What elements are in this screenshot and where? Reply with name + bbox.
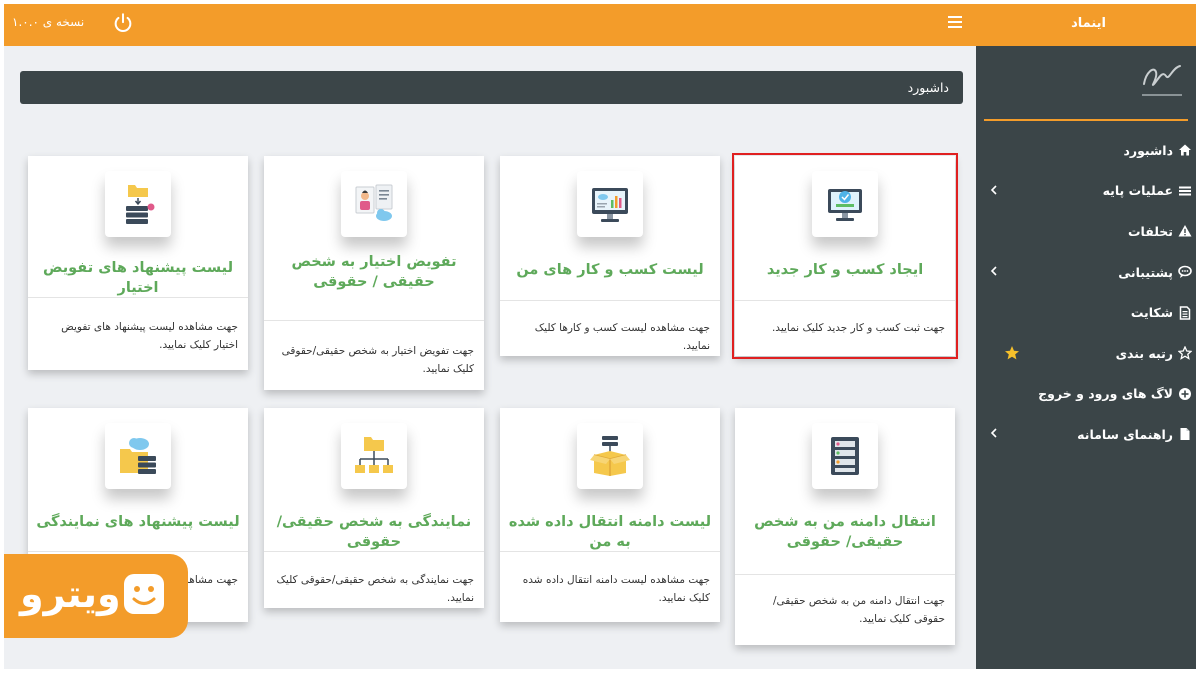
- box-server-icon: [590, 436, 630, 476]
- hamburger-menu-icon[interactable]: [948, 16, 962, 30]
- home-icon: [1179, 144, 1191, 156]
- sidebar-item-dashboard[interactable]: داشبورد: [976, 130, 1196, 171]
- app-frame: اینماد نسخه ی ۱.۰.۰ داشبورد عملیات پایه: [4, 4, 1196, 669]
- card-new-business[interactable]: ایجاد کسب و کار جدید جهت ثبت کسب و کار ج…: [732, 153, 958, 359]
- card-description: جهت نمایندگی به شخص حقیقی/حقوقی کلیک نما…: [276, 574, 474, 604]
- new-business-monitor-icon: [828, 189, 862, 221]
- power-icon[interactable]: [112, 12, 134, 34]
- vitrin-watermark-badge: ویترو: [4, 554, 188, 638]
- chevron-left-icon: [990, 428, 997, 438]
- sidebar: داشبورد عملیات پایه تخلفات پشتیبانی شکای…: [976, 46, 1196, 669]
- star-icon: [1005, 345, 1019, 360]
- card-delegation-proposals[interactable]: لیست پیشنهاد های تفویض اختیار جهت مشاهده…: [28, 156, 248, 370]
- card-delegate-authority[interactable]: تفویض اختیار به شخص حقیقی / حقوقی جهت تف…: [264, 156, 484, 390]
- sidebar-item-system-guide[interactable]: راهنمای سامانه: [976, 414, 1196, 455]
- card-title: لیست دامنه انتقال داده شده به من: [508, 514, 712, 550]
- card-icon-box: [105, 171, 171, 237]
- card-title: لیست پیشنهاد های تفویض اختیار: [42, 260, 234, 296]
- chart-monitor-icon: [592, 188, 628, 222]
- card-domains-transferred-to-me[interactable]: لیست دامنه انتقال داده شده به من جهت مشا…: [500, 408, 720, 622]
- document-icon: [1179, 305, 1191, 320]
- sidebar-item-label: شکایت: [1130, 305, 1173, 321]
- card-title: لیست پیشنهاد های نمایندگی: [36, 514, 240, 530]
- sidebar-item-label: داشبورد: [1123, 142, 1173, 158]
- watermark-text: ویترو: [20, 572, 121, 616]
- enamad-logo-icon: [1142, 65, 1182, 96]
- sidebar-item-violations[interactable]: تخلفات: [976, 211, 1196, 252]
- file-icon: [1180, 428, 1190, 441]
- version-label: نسخه ی ۱.۰.۰: [12, 15, 85, 29]
- card-divider: [264, 551, 484, 552]
- sidebar-item-complaint[interactable]: شکایت: [976, 292, 1196, 333]
- sidebar-item-ranking[interactable]: رتبه بندی: [976, 333, 1196, 374]
- list-icon: [1179, 186, 1191, 196]
- card-description: جهت مشاهده لیست کسب و کارها کلیک نمایید.: [534, 322, 710, 352]
- card-description: جهت تفویض اختیار به شخص حقیقی/حقوقی کلیک…: [281, 345, 474, 375]
- card-description: جهت مشاهده لیست دامنه انتقال داده شده کل…: [522, 574, 710, 604]
- smiley-face-logo-icon: [124, 574, 164, 614]
- sidebar-menu: داشبورد عملیات پایه تخلفات پشتیبانی شکای…: [976, 130, 1196, 455]
- sidebar-item-label: عملیات پایه: [1102, 183, 1173, 199]
- sidebar-item-label: پشتیبانی: [1118, 264, 1173, 280]
- person-document-icon: [355, 184, 393, 221]
- folder-cloud-icon: [120, 438, 156, 474]
- folder-server-icon: [126, 185, 155, 224]
- sidebar-item-label: رتبه بندی: [1115, 345, 1173, 361]
- card-icon-box: [577, 171, 643, 237]
- folder-network-icon: [355, 437, 393, 473]
- sidebar-item-label: راهنمای سامانه: [1077, 426, 1173, 442]
- card-description: جهت ثبت کسب و کار جدید کلیک نمایید.: [771, 322, 945, 334]
- top-bar: اینماد نسخه ی ۱.۰.۰: [4, 4, 1196, 46]
- card-icon-box: [812, 423, 878, 489]
- card-title: لیست کسب و کار های من: [516, 262, 704, 278]
- breadcrumb: داشبورد: [20, 71, 963, 104]
- card-icon-box: [105, 423, 171, 489]
- card-my-businesses[interactable]: لیست کسب و کار های من جهت مشاهده لیست کس…: [500, 156, 720, 356]
- sidebar-item-label: تخلفات: [1127, 223, 1173, 239]
- card-title: ایجاد کسب و کار جدید: [766, 262, 924, 278]
- card-divider: [735, 574, 955, 575]
- star-outline-icon: [1178, 346, 1192, 361]
- card-description: جهت انتقال دامنه من به شخص حقیقی/حقوقی ک…: [772, 595, 945, 625]
- card-title: تفویض اختیار به شخص حقیقی / حقوقی: [291, 254, 457, 290]
- brand-title: اینماد: [1071, 16, 1106, 31]
- card-icon-box: [577, 423, 643, 489]
- card-representation[interactable]: نمایندگی به شخص حقیقی/حقوقی جهت نمایندگی…: [264, 408, 484, 608]
- card-description: جهت مشاهده لیست پیشنهاد های تفویض اختیار…: [61, 321, 238, 351]
- card-divider: [28, 551, 248, 552]
- card-icon-box: [341, 423, 407, 489]
- card-divider: [500, 300, 720, 301]
- chevron-left-icon: [990, 185, 997, 195]
- card-divider: [264, 320, 484, 321]
- sidebar-item-base-operations[interactable]: عملیات پایه: [976, 171, 1196, 212]
- plus-circle-icon: [1179, 387, 1191, 400]
- card-divider: [500, 551, 720, 552]
- card-title: انتقال دامنه من به شخص حقیقی/ حقوقی: [754, 514, 936, 550]
- sidebar-item-support[interactable]: پشتیبانی: [976, 252, 1196, 293]
- card-icon-box: [812, 171, 878, 237]
- card-title: نمایندگی به شخص حقیقی/حقوقی: [276, 514, 472, 550]
- warning-icon: [1178, 225, 1192, 237]
- chevron-left-icon: [990, 266, 997, 276]
- card-transfer-my-domain[interactable]: انتقال دامنه من به شخص حقیقی/ حقوقی جهت …: [735, 408, 955, 645]
- card-divider: [735, 300, 955, 301]
- chat-icon: [1178, 265, 1192, 279]
- card-divider: [28, 297, 248, 298]
- sidebar-divider: [984, 119, 1188, 121]
- server-list-icon: [831, 437, 859, 475]
- card-icon-box: [341, 171, 407, 237]
- sidebar-item-login-logs[interactable]: لاگ های ورود و خروج: [976, 374, 1196, 415]
- sidebar-item-label: لاگ های ورود و خروج: [1038, 386, 1173, 402]
